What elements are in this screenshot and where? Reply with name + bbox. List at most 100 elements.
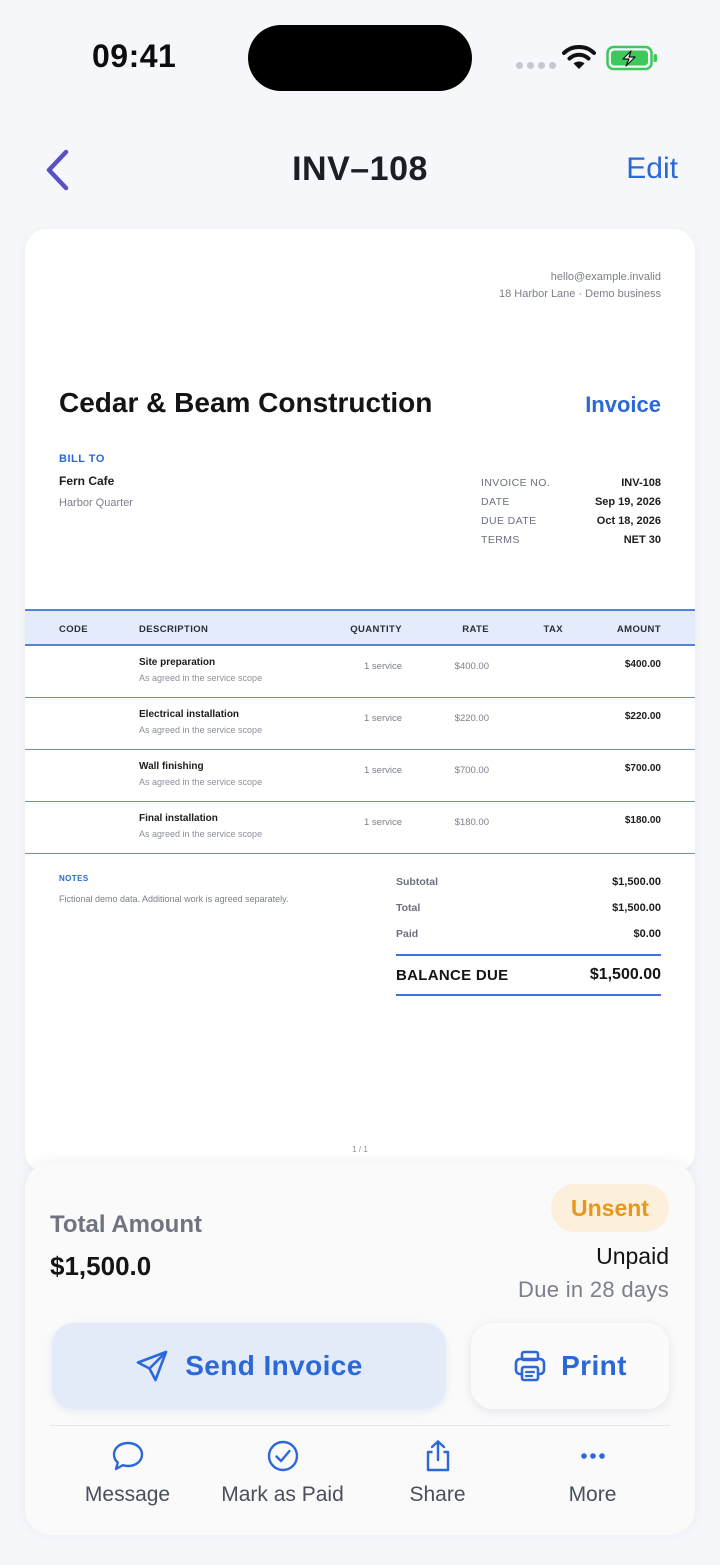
items-table-header: CODE DESCRIPTION QUANTITY RATE TAX AMOUN… [25, 609, 695, 646]
totals-label: Total [396, 902, 421, 914]
invoice-preview[interactable]: hello@example.invalid 18 Harbor Lane · D… [25, 229, 695, 1173]
meta-label: TERMS [481, 533, 520, 546]
print-label: Print [561, 1350, 627, 1381]
business-contact: hello@example.invalid 18 Harbor Lane · D… [499, 269, 661, 303]
item-amount: $180.00 [624, 815, 661, 826]
bill-to-name: Fern Cafe [59, 474, 115, 488]
notes-label: NOTES [59, 874, 89, 883]
item-rate: $400.00 [454, 661, 489, 672]
contact-address: 18 Harbor Lane · Demo business [498, 288, 661, 300]
item-amount: $700.00 [624, 763, 661, 774]
meta-value: INV-108 [621, 476, 661, 489]
total-amount-label: Total Amount [50, 1211, 202, 1238]
more-icon [580, 1453, 605, 1459]
share-label: Share [409, 1483, 466, 1506]
share-action[interactable]: Share [360, 1439, 515, 1519]
item-name: Final installation [139, 813, 218, 824]
balance-due-row: BALANCE DUE $1,500.00 [396, 954, 661, 996]
print-button[interactable]: Print [471, 1323, 669, 1409]
item-amount: $220.00 [624, 711, 661, 722]
totals-value: $1,500.00 [612, 902, 661, 914]
column-tax: TAX [543, 624, 563, 635]
status-bar: 09:41 [0, 0, 720, 110]
send-invoice-label: Send Invoice [185, 1350, 363, 1381]
column-description: DESCRIPTION [139, 624, 209, 635]
totals-label: Subtotal [396, 876, 438, 888]
table-row: Site preparation As agreed in the servic… [25, 646, 695, 698]
item-amount: $400.00 [624, 659, 661, 670]
item-note: As agreed in the service scope [139, 829, 263, 839]
meta-row-terms: TERMS NET 30 [481, 530, 661, 549]
more-label: More [568, 1483, 617, 1506]
payment-status: Unpaid [596, 1243, 669, 1269]
meta-label: DUE DATE [481, 514, 537, 527]
total-amount-value: $1,500.0 [50, 1251, 152, 1281]
bill-to-label: BILL TO [59, 453, 105, 465]
table-row: Electrical installation As agreed in the… [25, 698, 695, 750]
status-badge: Unsent [551, 1184, 669, 1232]
meta-row-date: DATE Sep 19, 2026 [481, 492, 661, 511]
item-note: As agreed in the service scope [139, 725, 263, 735]
wifi-icon [562, 45, 596, 69]
item-quantity: 1 service [363, 661, 402, 672]
item-note: As agreed in the service scope [139, 777, 263, 787]
status-time: 09:41 [92, 38, 177, 74]
item-quantity: 1 service [363, 713, 402, 724]
share-icon [426, 1440, 449, 1472]
totals-value: $0.00 [633, 928, 661, 940]
cellular-signal-icon [516, 62, 556, 69]
column-quantity: QUANTITY [350, 624, 402, 635]
send-icon [136, 1350, 168, 1382]
items-table-body: Site preparation As agreed in the servic… [25, 646, 695, 854]
mark-as-paid-label: Mark as Paid [221, 1483, 344, 1506]
message-action[interactable]: Message [50, 1439, 205, 1519]
divider [50, 1425, 670, 1426]
item-quantity: 1 service [363, 817, 402, 828]
item-rate: $700.00 [454, 765, 489, 776]
check-circle-icon [267, 1440, 298, 1472]
page-title: INV–108 [292, 150, 428, 188]
battery-icon [606, 45, 657, 71]
due-in-text: Due in 28 days [518, 1277, 669, 1302]
totals-label: Paid [396, 928, 419, 940]
balance-due-label: BALANCE DUE [396, 966, 509, 984]
meta-row-due-date: DUE DATE Oct 18, 2026 [481, 511, 661, 530]
meta-value: Oct 18, 2026 [596, 514, 661, 527]
table-row: Final installation As agreed in the serv… [25, 802, 695, 854]
item-name: Wall finishing [139, 761, 204, 772]
balance-due-value: $1,500.00 [589, 966, 661, 983]
meta-label: DATE [481, 495, 510, 508]
printer-icon [514, 1350, 546, 1382]
item-quantity: 1 service [363, 765, 402, 776]
meta-value: NET 30 [623, 533, 661, 546]
item-rate: $180.00 [454, 817, 489, 828]
invoice-summary-panel: Total Amount $1,500.0 Unsent Unpaid Due … [25, 1163, 695, 1535]
item-name: Site preparation [139, 657, 216, 668]
contact-email: hello@example.invalid [550, 271, 661, 283]
invoice-meta: INVOICE NO. INV-108 DATE Sep 19, 2026 DU… [481, 473, 661, 549]
meta-value: Sep 19, 2026 [594, 495, 661, 508]
item-note: As agreed in the service scope [139, 673, 263, 683]
company-name: Cedar & Beam Construction [59, 387, 433, 418]
item-name: Electrical installation [139, 709, 240, 720]
edit-button[interactable]: Edit [626, 152, 678, 186]
totals-block: Subtotal $1,500.00 Total $1,500.00 Paid … [396, 869, 661, 996]
message-icon [112, 1441, 143, 1471]
dynamic-island [248, 25, 472, 91]
document-type: Invoice [585, 392, 661, 417]
column-code: CODE [59, 624, 89, 635]
paid-row: Paid $0.00 [396, 921, 661, 947]
item-rate: $220.00 [454, 713, 489, 724]
meta-label: INVOICE NO. [481, 476, 551, 489]
mark-as-paid-action[interactable]: Mark as Paid [205, 1439, 360, 1519]
bill-to-address: Harbor Quarter [59, 497, 133, 509]
notes-text: Fictional demo data. Additional work is … [59, 894, 289, 904]
table-row: Wall finishing As agreed in the service … [25, 750, 695, 802]
more-action[interactable]: More [515, 1439, 670, 1519]
totals-value: $1,500.00 [612, 876, 661, 888]
message-label: Message [84, 1483, 171, 1506]
send-invoice-button[interactable]: Send Invoice [52, 1323, 446, 1409]
page-number: 1 / 1 [352, 1145, 368, 1154]
meta-row-invoice-no: INVOICE NO. INV-108 [481, 473, 661, 492]
column-rate: RATE [462, 624, 489, 635]
